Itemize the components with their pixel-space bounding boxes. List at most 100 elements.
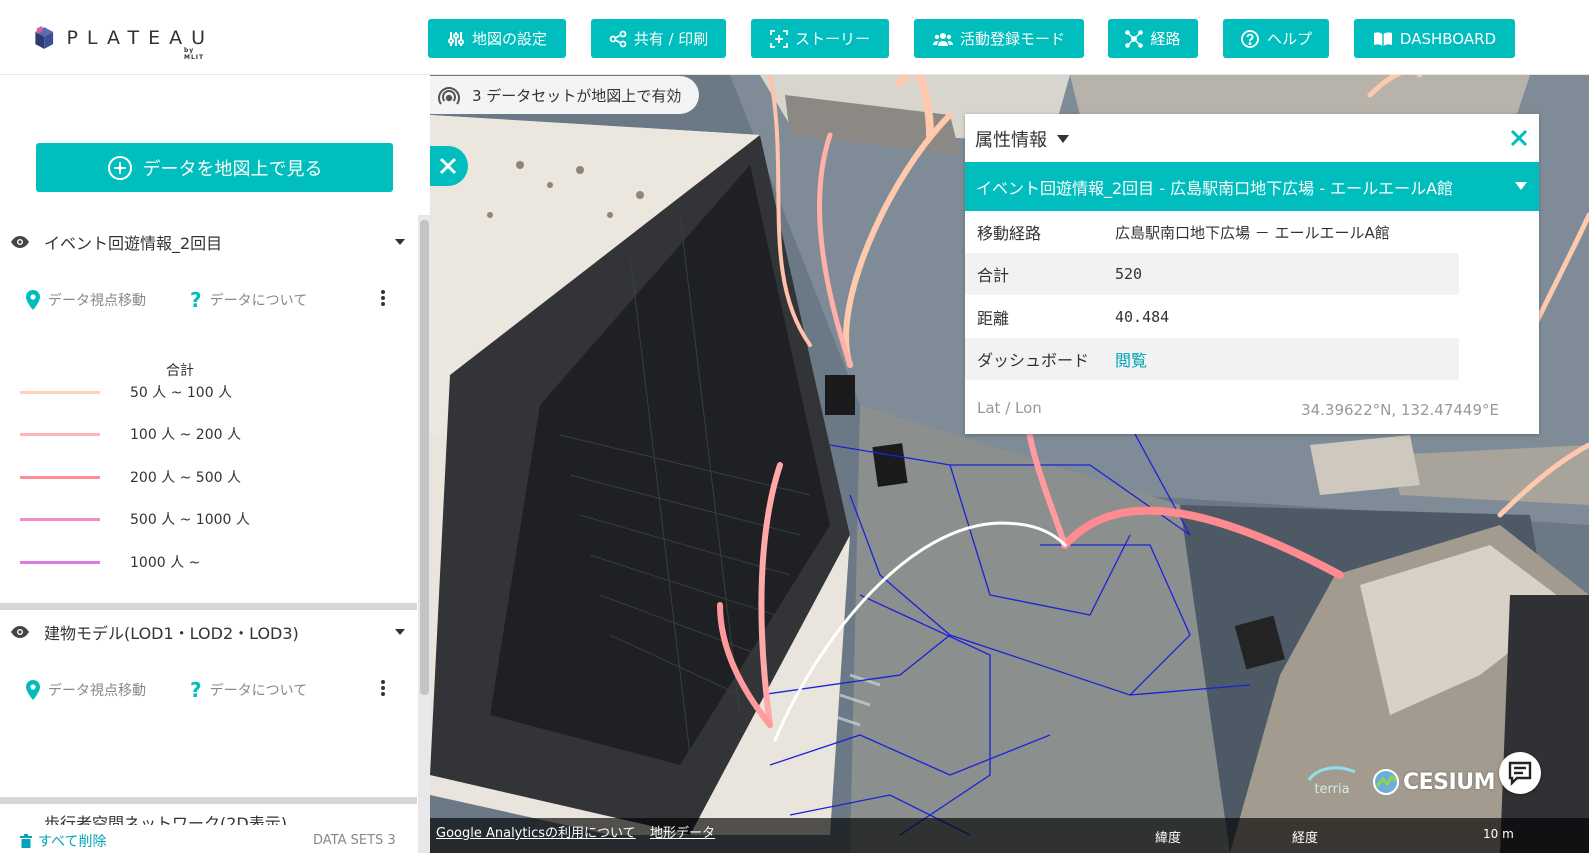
workbench-item-title: 建物モデル(LOD1・LOD2・LOD3) bbox=[44, 624, 299, 643]
legend-swatch bbox=[20, 390, 100, 394]
dashboard-view-link[interactable]: 閲覧 bbox=[1115, 347, 1147, 371]
zoom-to-data-label: データ視点移動 bbox=[48, 683, 146, 699]
map-pin-icon bbox=[26, 680, 40, 700]
longitude-label: 経度 bbox=[1292, 831, 1319, 846]
attribute-value: 40.484 bbox=[1115, 308, 1170, 326]
dropdown-caret-icon bbox=[1057, 135, 1069, 143]
feedback-button[interactable] bbox=[1499, 752, 1541, 794]
broadcast-icon bbox=[438, 87, 460, 105]
attribute-row: 移動経路 広島駅南口地下広場 － エールエールA館 bbox=[965, 211, 1459, 253]
plateau-logo[interactable]: PLATEAU by MLIT bbox=[34, 18, 214, 61]
share-icon bbox=[609, 30, 627, 47]
legend-label: 100 人 ~ 200 人 bbox=[130, 427, 241, 443]
app-header: PLATEAU by MLIT 地図の設定 共有 / 印刷 ストーリー 活動登録… bbox=[0, 0, 1589, 75]
workbench-sidebar: データを地図上で見る イベント回遊情報_2回目 データ視点移動 ? データについ… bbox=[0, 75, 430, 853]
feature-name-bar[interactable]: イベント回遊情報_2回目 - 広島駅南口地下広場 - エールエールA館 bbox=[965, 162, 1539, 211]
book-icon bbox=[1373, 31, 1392, 46]
scale-bar-label: 10 m bbox=[1483, 827, 1514, 841]
cesium-logo[interactable]: CESIUM bbox=[1372, 768, 1495, 796]
latitude-label: 緯度 bbox=[1155, 831, 1182, 846]
cesium-icon bbox=[1373, 769, 1399, 795]
collapse-caret-icon[interactable] bbox=[395, 629, 405, 635]
about-data-label: データについて bbox=[209, 293, 308, 309]
share-print-label: 共有 / 印刷 bbox=[633, 30, 709, 48]
workbench-item-title: イベント回遊情報_2回目 bbox=[44, 234, 223, 253]
help-icon bbox=[1241, 29, 1259, 48]
close-icon bbox=[439, 157, 457, 175]
attribute-row: ダッシュボード 閲覧 bbox=[965, 338, 1459, 380]
legend-item: 200 人 ~ 500 人 bbox=[20, 467, 241, 487]
feature-info-panel: 属性情報 イベント回遊情報_2回目 - 広島駅南口地下広場 - エールエールA館… bbox=[965, 114, 1539, 434]
dashboard-label: DASHBOARD bbox=[1399, 29, 1497, 48]
workbench-item-event-flow: イベント回遊情報_2回目 データ視点移動 ? データについて 合計 50 人 ~… bbox=[0, 222, 417, 610]
close-icon[interactable] bbox=[1507, 126, 1531, 150]
legend-swatch bbox=[20, 560, 100, 564]
terria-logo[interactable]: terria bbox=[1305, 764, 1359, 800]
terria-text: terria bbox=[1314, 782, 1350, 797]
zoom-to-data-label: データ視点移動 bbox=[48, 293, 146, 309]
legend-title: 合計 bbox=[166, 363, 194, 379]
cesium-text: CESIUM bbox=[1403, 769, 1495, 795]
help-button[interactable]: ヘルプ bbox=[1223, 19, 1329, 58]
terrain-data-link[interactable]: 地形データ bbox=[650, 822, 715, 841]
remove-all-button[interactable]: すべて削除 bbox=[20, 831, 106, 851]
help-label: ヘルプ bbox=[1266, 30, 1312, 48]
group-icon bbox=[932, 32, 953, 46]
attribute-key: 距離 bbox=[977, 309, 1010, 328]
legend-label: 1000 人 ~ bbox=[130, 555, 201, 571]
eye-icon[interactable] bbox=[10, 625, 30, 639]
add-data-button[interactable]: データを地図上で見る bbox=[36, 143, 393, 192]
terria-swoosh-icon bbox=[1307, 766, 1356, 781]
legend-item: 50 人 ~ 100 人 bbox=[20, 382, 232, 402]
about-data-button[interactable]: ? データについて bbox=[190, 678, 307, 702]
dashboard-button[interactable]: DASHBOARD bbox=[1354, 19, 1515, 58]
share-print-button[interactable]: 共有 / 印刷 bbox=[591, 19, 726, 58]
story-icon bbox=[770, 29, 788, 48]
active-datasets-indicator[interactable]: 3 データセットが地図上で有効 bbox=[430, 76, 700, 114]
workbench-item-header[interactable]: イベント回遊情報_2回目 bbox=[10, 230, 222, 254]
route-label: 経路 bbox=[1150, 30, 1181, 48]
chat-feedback-icon bbox=[1508, 761, 1532, 786]
legend-swatch bbox=[20, 475, 100, 479]
legend-swatch bbox=[20, 517, 100, 521]
logo-subtext: by MLIT bbox=[184, 47, 205, 61]
sliders-icon bbox=[447, 31, 464, 46]
about-data-label: データについて bbox=[209, 683, 308, 699]
map-footer-bar: Google Analyticsの利用について 地形データ 緯度 経度 10 m bbox=[430, 818, 1589, 853]
attribute-row: 合計 520 bbox=[965, 253, 1459, 295]
about-data-button[interactable]: ? データについて bbox=[190, 288, 307, 312]
attribute-key: ダッシュボード bbox=[977, 351, 1090, 370]
plateau-cube-icon bbox=[35, 25, 54, 49]
map-settings-label: 地図の設定 bbox=[471, 30, 547, 48]
map-pin-icon bbox=[26, 290, 40, 310]
activity-mode-label: 活動登録モード bbox=[959, 30, 1065, 48]
workbench-bottom-bar: すべて削除 DATA SETS 3 bbox=[0, 825, 418, 853]
legend-label: 50 人 ~ 100 人 bbox=[130, 385, 233, 401]
route-button[interactable]: 経路 bbox=[1108, 19, 1198, 58]
analytics-link[interactable]: Google Analyticsの利用について bbox=[436, 822, 636, 841]
logo-text: PLATEAU bbox=[66, 26, 214, 49]
legend-item: 500 人 ~ 1000 人 bbox=[20, 509, 250, 529]
feature-info-title-text: 属性情報 bbox=[975, 130, 1047, 151]
feature-info-title[interactable]: 属性情報 bbox=[975, 126, 1069, 152]
zoom-to-data-button[interactable]: データ視点移動 bbox=[26, 290, 146, 310]
workbench-item-building-model: 建物モデル(LOD1・LOD2・LOD3) データ視点移動 ? データについて bbox=[0, 612, 417, 804]
attribute-row: 距離 40.484 bbox=[965, 296, 1459, 338]
legend-item: 1000 人 ~ bbox=[20, 552, 200, 572]
story-label: ストーリー bbox=[794, 30, 870, 48]
activity-mode-button[interactable]: 活動登録モード bbox=[914, 19, 1084, 58]
sidebar-scrollbar-thumb[interactable] bbox=[420, 220, 429, 695]
more-options-icon[interactable] bbox=[380, 678, 386, 698]
active-datasets-text: 3 データセットが地図上で有効 bbox=[472, 86, 682, 105]
dropdown-caret-icon bbox=[1515, 182, 1527, 190]
collapse-caret-icon[interactable] bbox=[395, 239, 405, 245]
route-icon bbox=[1125, 29, 1144, 48]
workbench-item-header[interactable]: 建物モデル(LOD1・LOD2・LOD3) bbox=[10, 620, 299, 644]
legend-swatch bbox=[20, 432, 100, 436]
map-settings-button[interactable]: 地図の設定 bbox=[428, 19, 566, 58]
eye-icon[interactable] bbox=[10, 235, 30, 249]
zoom-to-data-button[interactable]: データ視点移動 bbox=[26, 680, 146, 700]
story-button[interactable]: ストーリー bbox=[751, 19, 889, 58]
attribute-value: 520 bbox=[1115, 265, 1143, 283]
more-options-icon[interactable] bbox=[380, 288, 386, 308]
